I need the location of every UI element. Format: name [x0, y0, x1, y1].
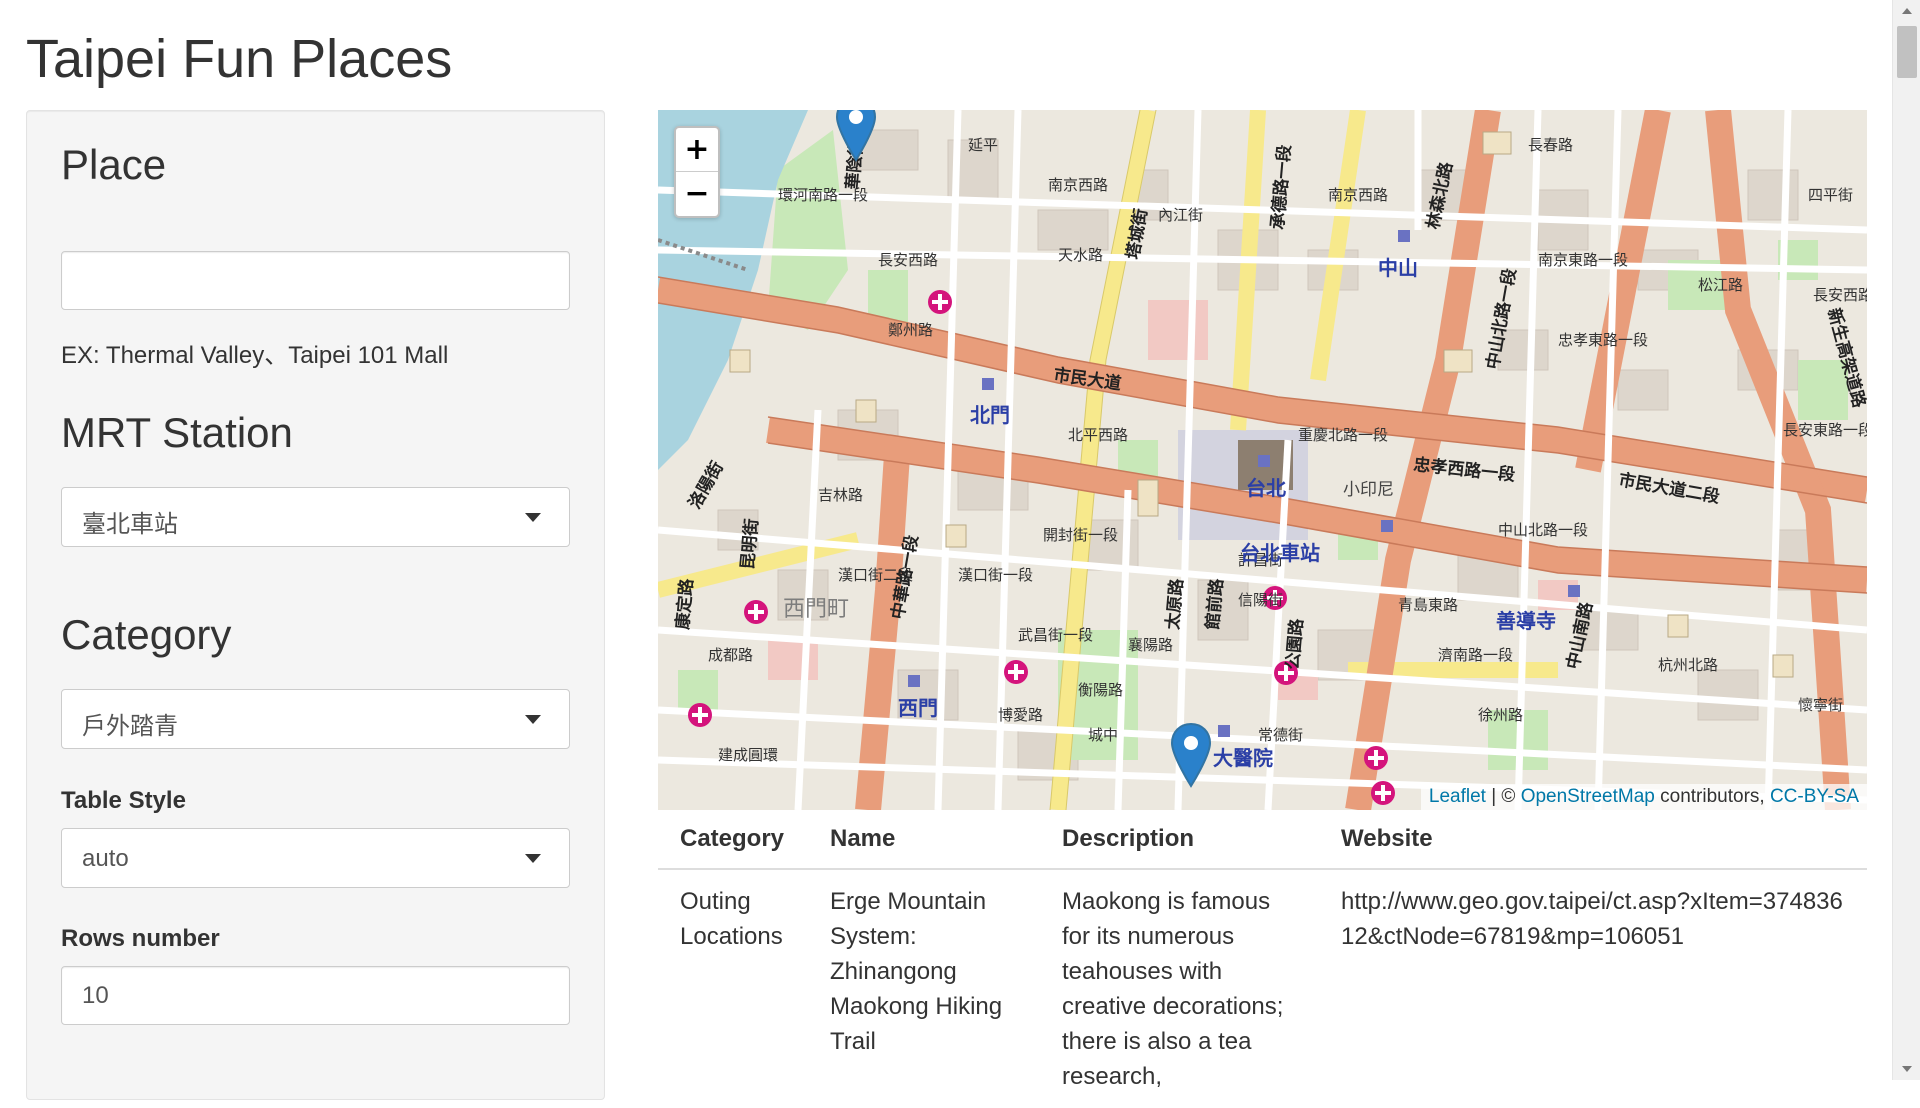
map-label-huaining: 博愛路	[998, 706, 1043, 724]
map-label-ntuh: 大醫院	[1213, 746, 1273, 770]
map-label-wuchang: 武昌街一段	[1018, 626, 1093, 644]
map-tiles[interactable]: 延平 南京西路 長春路 四平街 長安東路一段 北平西路 長安西路 鄭州路 開封街…	[658, 110, 1867, 810]
cell-name: Erge Mountain System: Zhinangong Maokong…	[830, 888, 1003, 1055]
chevron-down-icon	[525, 715, 541, 724]
chevron-down-icon	[525, 854, 541, 863]
map-label-taipei-station: 台北車站	[1240, 541, 1320, 565]
page-scrollbar[interactable]	[1892, 0, 1920, 1080]
cell-website: http://www.geo.gov.taipei/ct.asp?xItem=3…	[1341, 888, 1843, 950]
table-style-label: Table Style	[61, 787, 186, 814]
map-label-jiancheng: 內江街	[1158, 206, 1203, 224]
scroll-up-icon[interactable]	[1902, 8, 1912, 14]
map-label-beimen: 北門	[970, 403, 1010, 427]
map-label-jinan: 濟南路一段	[1438, 646, 1513, 664]
rows-number-label: Rows number	[61, 925, 220, 952]
map-label-chengzhong: 城中	[1088, 726, 1118, 744]
map-label-shandao: 善導寺	[1496, 609, 1556, 633]
map-label-siping: 四平街	[1808, 186, 1853, 204]
table-style-selected: auto	[82, 845, 129, 872]
mrt-station-heading: MRT Station	[61, 409, 293, 456]
map-label-nanjing-west-2: 南京西路	[1328, 186, 1388, 204]
map-label-hengyang: 衡陽路	[1078, 681, 1123, 699]
map-label-nanjing-east: 南京東路一段	[1538, 251, 1628, 269]
chevron-down-icon	[525, 513, 541, 522]
map-label-changan-west-2: 忠孝東路一段	[1558, 331, 1648, 349]
mrt-station-select[interactable]: 臺北車站	[61, 487, 570, 547]
place-heading: Place	[61, 141, 167, 188]
map-label-taiyuan: 重慶北路一段	[1298, 426, 1388, 444]
map-label-qingdao: 青島東路	[1398, 596, 1458, 614]
map-label-taipei: 台北	[1246, 476, 1286, 500]
page-title: Taipei Fun Places	[26, 29, 453, 89]
zoom-out-button[interactable]: −	[676, 172, 718, 216]
zoom-in-button[interactable]: +	[676, 128, 718, 172]
map-label-changchun: 長春路	[1528, 136, 1573, 154]
map-label-luoyang: 吉林路	[818, 486, 863, 504]
map-label-xuzhou: 徐州路	[1478, 706, 1523, 724]
map-label-zhengzhou: 鄭州路	[888, 321, 933, 339]
leaflet-link[interactable]: Leaflet	[1429, 786, 1486, 807]
map-label-little-indonesia: 小印尼	[1343, 480, 1394, 500]
column-header-category[interactable]: Category	[658, 812, 808, 870]
table-header-row: Category Name Description Website	[658, 812, 1867, 870]
map-label-kunming: 昆明街	[737, 518, 762, 571]
column-header-name[interactable]: Name	[808, 812, 1040, 870]
map-marker-icon[interactable]	[1170, 722, 1212, 788]
map-label-kaifeng: 開封街一段	[1043, 526, 1118, 544]
map-label-zhongshan: 中山	[1378, 256, 1418, 280]
map-label-songjiang: 長安西路	[1813, 286, 1867, 304]
attribution-separator: | ©	[1485, 786, 1521, 807]
table-row: Outing Locations Erge Mountain System: Z…	[658, 869, 1867, 1108]
openstreetmap-link[interactable]: OpenStreetMap	[1521, 786, 1655, 807]
cell-category: Outing Locations	[680, 888, 783, 950]
column-header-website[interactable]: Website	[1319, 812, 1867, 870]
map-label-chengdu: 成都路	[708, 646, 753, 664]
attribution-contributors: contributors,	[1654, 786, 1770, 807]
scroll-down-icon[interactable]	[1902, 1066, 1912, 1072]
place-hint: EX: Thermal Valley、Taipei 101 Mall	[61, 342, 449, 369]
map-label-hankou-1: 漢口街一段	[958, 566, 1033, 584]
category-selected: 戶外踏青	[82, 713, 178, 740]
map-label-xinyang: 信陽街	[1238, 591, 1283, 609]
results-table: Category Name Description Website Outing…	[658, 812, 1867, 1108]
cc-by-sa-link[interactable]: CC-BY-SA	[1770, 786, 1859, 807]
cell-description: Maokong is famous for its numerous teaho…	[1062, 888, 1284, 1090]
rows-number-input[interactable]	[61, 966, 570, 1025]
map-label-beiping-west: 北平西路	[1068, 426, 1128, 444]
mrt-station-selected: 臺北車站	[82, 511, 178, 538]
place-input[interactable]	[61, 251, 570, 310]
map-label-changan-west: 長安西路	[878, 251, 938, 269]
map-label-tianshui: 天水路	[1058, 246, 1103, 264]
map-label-hangzhou: 杭州北路	[1658, 656, 1718, 674]
map-label-nanjing-west: 南京西路	[1048, 176, 1108, 194]
column-header-description[interactable]: Description	[1040, 812, 1319, 870]
map-label-changan-east: 長安東路一段	[1783, 421, 1867, 439]
map-label-changde: 常德街	[1258, 726, 1303, 744]
map-label-neijiang: 建成圓環	[718, 746, 778, 764]
map-label-ximen: 西門	[898, 696, 938, 720]
table-style-select[interactable]: auto	[61, 828, 570, 888]
map-marker-icon[interactable]	[835, 110, 877, 162]
map-label-bade: 懷寧街	[1798, 696, 1843, 714]
category-select[interactable]: 戶外踏青	[61, 689, 570, 749]
category-heading: Category	[61, 611, 232, 658]
map-label-xiangyang: 襄陽路	[1128, 636, 1173, 654]
scrollbar-thumb[interactable]	[1897, 26, 1917, 78]
sidebar-panel: Place EX: Thermal Valley、Taipei 101 Mall…	[26, 110, 605, 1100]
map-view[interactable]: 延平 南京西路 長春路 四平街 長安東路一段 北平西路 長安西路 鄭州路 開封街…	[658, 110, 1867, 810]
map-label-ximending: 西門町	[783, 597, 849, 622]
zoom-control: + −	[674, 126, 720, 218]
map-label-jilin: 松江路	[1698, 276, 1743, 294]
map-attribution: Leaflet | © OpenStreetMap contributors, …	[1420, 784, 1867, 810]
map-label-yanping: 延平	[968, 136, 998, 154]
map-label-zhongxiao: 中山北路一段	[1498, 521, 1588, 539]
